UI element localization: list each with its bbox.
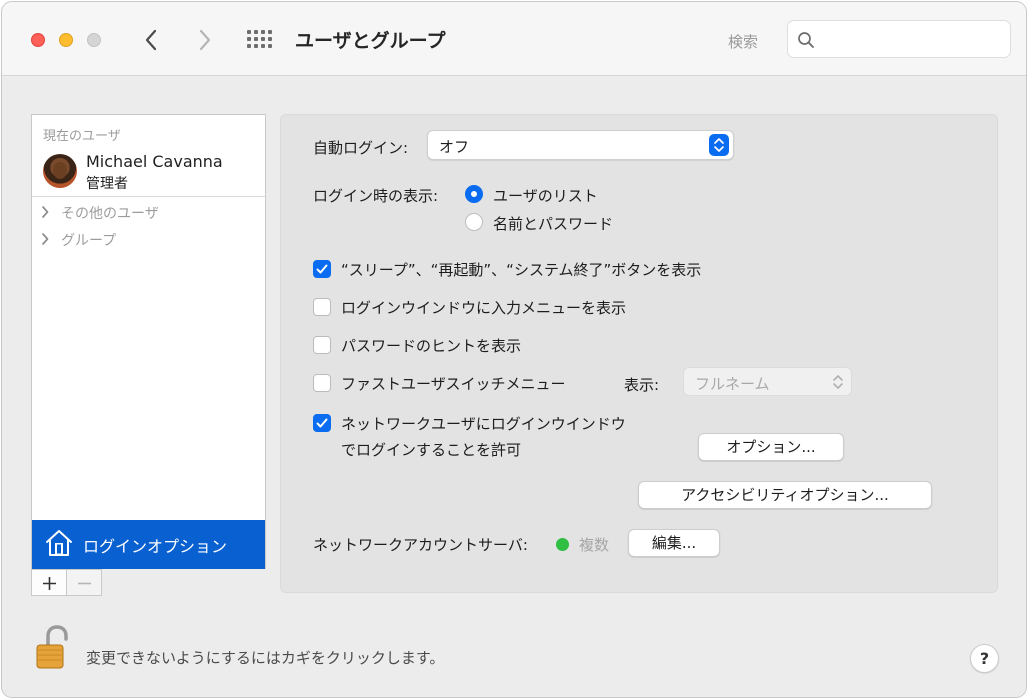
user-role: 管理者 (86, 176, 128, 192)
sidebar-divider (32, 196, 265, 197)
users-sidebar: 現在のユーザ Michael Cavanna 管理者 その他のユーザ グループ (31, 114, 266, 569)
help-button[interactable]: ? (970, 644, 999, 673)
search-field[interactable] (787, 20, 1011, 58)
checkmark-icon (316, 418, 328, 428)
search-label: 検索 (728, 33, 759, 51)
system-preferences-window: ユーザとグループ 検索 現在のユーザ Michael Cavanna 管理者 そ… (1, 1, 1027, 698)
avatar (43, 154, 77, 188)
checkbox-network-users-label-line1: ネットワークユーザにログインウインドウ (341, 415, 626, 433)
options-button[interactable]: オプション... (698, 433, 844, 461)
radio-name-password-label: 名前とパスワード (493, 215, 614, 233)
checkbox-network-users[interactable] (313, 414, 331, 432)
checkbox-input-menu-label: ログインウインドウに入力メニューを表示 (341, 299, 627, 317)
sidebar-group-other-users[interactable]: その他のユーザ (32, 202, 265, 224)
plus-icon (43, 577, 56, 590)
lock-hint-text: 変更できないようにするにはカギをクリックします。 (86, 649, 445, 667)
user-row-current[interactable]: Michael Cavanna 管理者 (32, 149, 265, 195)
chevron-left-icon (145, 29, 157, 51)
current-user-section-header: 現在のユーザ (43, 129, 121, 144)
minus-icon (78, 582, 91, 585)
checkbox-network-users-label-line2: でログインすることを許可 (341, 441, 522, 459)
network-server-status: 複数 (579, 536, 610, 554)
chevron-right-icon (42, 233, 49, 245)
login-options-label: ログインオプション (83, 537, 228, 556)
sidebar-item-login-options[interactable]: ログインオプション (32, 520, 265, 569)
checkbox-show-power-buttons-label: “スリープ”、“再起動”、“システム終了”ボタンを表示 (341, 261, 702, 279)
checkbox-password-hints-label: パスワードのヒントを表示 (341, 337, 522, 355)
user-name: Michael Cavanna (86, 152, 223, 171)
fast-switch-display-label: 表示: (624, 376, 660, 394)
titlebar: ユーザとグループ 検索 (2, 2, 1026, 76)
accessibility-options-button[interactable]: アクセシビリティオプション... (638, 481, 932, 509)
fast-switch-display-value: フルネーム (695, 375, 770, 393)
radio-name-password[interactable] (465, 213, 483, 231)
unlocked-padlock-icon (36, 625, 68, 669)
forward-button[interactable] (192, 26, 216, 54)
up-down-chevron-icon (714, 138, 724, 152)
sidebar-group-label: その他のユーザ (61, 206, 159, 222)
auto-login-popup[interactable]: オフ (427, 130, 734, 160)
auto-login-label: 自動ログイン: (313, 139, 409, 157)
checkbox-fast-user-switching-label: ファストユーザスイッチメニュー (341, 375, 566, 393)
checkmark-icon (316, 264, 328, 274)
radio-user-list-label: ユーザのリスト (493, 187, 598, 205)
auto-login-value: オフ (439, 138, 470, 156)
sidebar-group-label: グループ (61, 233, 117, 249)
search-input[interactable] (822, 26, 1002, 52)
fast-switch-display-popup[interactable]: フルネーム (683, 367, 852, 396)
zoom-window-button[interactable] (87, 33, 101, 47)
sidebar-button-bar (31, 569, 266, 596)
minimize-window-button[interactable] (59, 33, 73, 47)
back-button[interactable] (140, 26, 164, 54)
checkbox-fast-user-switching[interactable] (313, 374, 331, 392)
edit-button[interactable]: 編集... (628, 529, 720, 557)
window-title: ユーザとグループ (295, 30, 446, 52)
house-icon (46, 530, 72, 556)
status-indicator (556, 538, 569, 551)
display-at-login-label: ログイン時の表示: (313, 187, 439, 205)
search-icon (798, 32, 814, 48)
popup-stepper (709, 134, 729, 156)
checkbox-show-power-buttons[interactable] (313, 260, 331, 278)
checkbox-input-menu[interactable] (313, 298, 331, 316)
lock-button[interactable] (35, 625, 71, 671)
sidebar-group-groups[interactable]: グループ (32, 229, 265, 251)
chevron-right-icon (42, 206, 49, 218)
add-user-button[interactable] (31, 569, 67, 596)
close-window-button[interactable] (31, 33, 45, 47)
radio-user-list[interactable] (465, 185, 483, 203)
network-account-server-label: ネットワークアカウントサーバ: (313, 536, 528, 554)
login-options-panel: 自動ログイン: オフ ログイン時の表示: ユーザのリスト 名前とパスワード “ス… (280, 114, 998, 593)
chevron-right-icon (199, 29, 211, 51)
up-down-chevron-icon (833, 375, 843, 389)
show-all-grid-button[interactable] (247, 30, 273, 50)
checkbox-password-hints[interactable] (313, 336, 331, 354)
remove-user-button[interactable] (66, 569, 102, 596)
